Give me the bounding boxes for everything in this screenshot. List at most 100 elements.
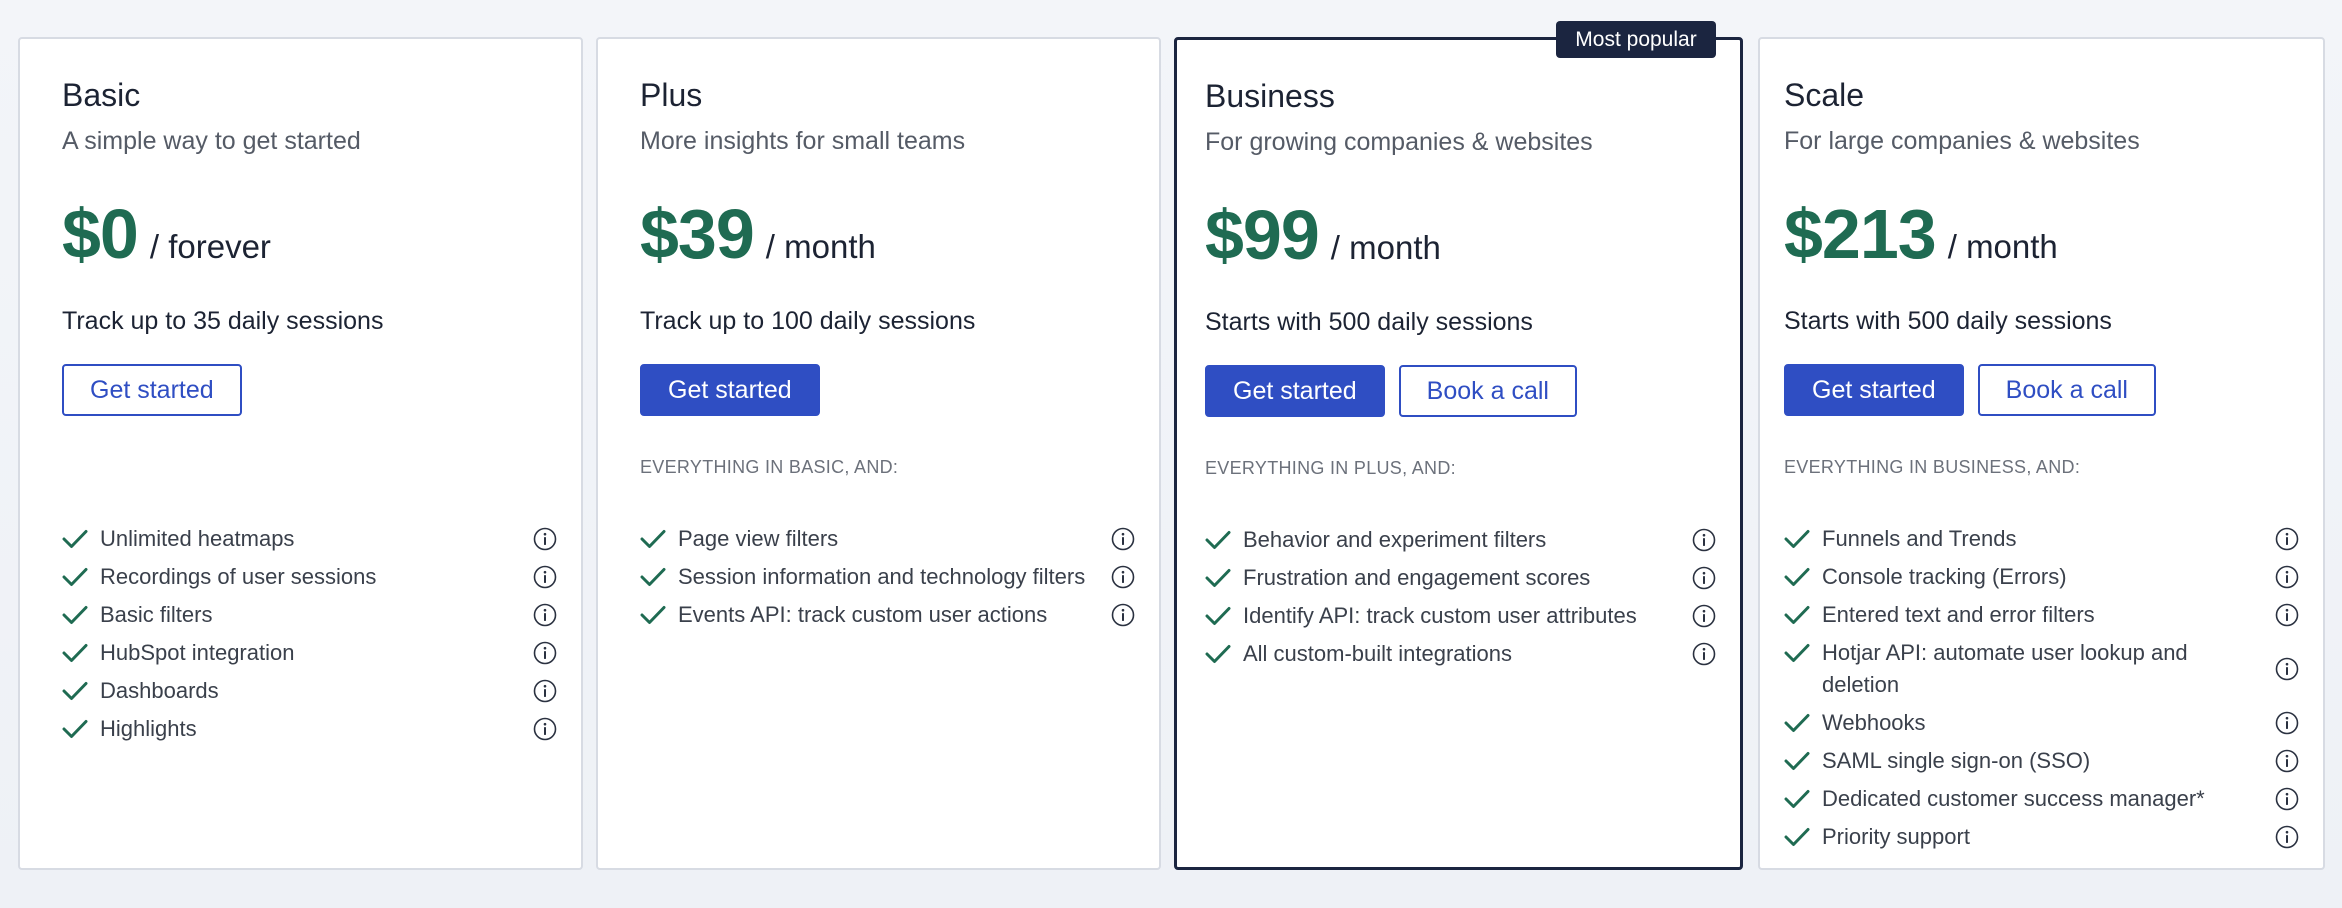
feature-label: Funnels and Trends bbox=[1822, 526, 2017, 551]
info-icon[interactable] bbox=[1692, 642, 1716, 666]
feature-label: Priority support bbox=[1822, 824, 1970, 849]
info-icon[interactable] bbox=[533, 565, 557, 589]
session-allowance: Track up to 100 daily sessions bbox=[640, 307, 976, 335]
get-started-button[interactable]: Get started bbox=[1205, 365, 1385, 417]
check-icon bbox=[1784, 825, 1810, 847]
feature-item: All custom-built integrations bbox=[1205, 638, 1716, 670]
info-icon[interactable] bbox=[1692, 528, 1716, 552]
info-icon[interactable] bbox=[2275, 749, 2299, 773]
button-row: Get started bbox=[62, 364, 242, 416]
pricing-plans: Most popular Basic A simple way to get s… bbox=[0, 0, 2342, 908]
info-icon[interactable] bbox=[1692, 604, 1716, 628]
feature-item: Events API: track custom user actions bbox=[640, 599, 1135, 631]
price-row: $0 / forever bbox=[62, 194, 271, 274]
plan-period: / month bbox=[765, 228, 876, 265]
info-icon[interactable] bbox=[533, 679, 557, 703]
info-icon[interactable] bbox=[1692, 566, 1716, 590]
feature-item: Unlimited heatmaps bbox=[62, 523, 557, 555]
feature-label: Behavior and experiment filters bbox=[1243, 527, 1547, 552]
check-icon bbox=[1784, 565, 1810, 587]
feature-item: Entered text and error filters bbox=[1784, 599, 2299, 631]
plan-period: / month bbox=[1330, 229, 1441, 266]
price-row: $213 / month bbox=[1784, 194, 2058, 274]
feature-label: Frustration and engagement scores bbox=[1243, 565, 1591, 590]
info-icon[interactable] bbox=[1111, 527, 1135, 551]
feature-list: Behavior and experiment filters Frustrati… bbox=[1205, 524, 1716, 676]
price-row: $99 / month bbox=[1205, 195, 1441, 275]
get-started-button[interactable]: Get started bbox=[62, 364, 242, 416]
info-icon[interactable] bbox=[533, 603, 557, 627]
feature-list: Funnels and Trends Console tracking (Erro… bbox=[1784, 523, 2299, 859]
check-icon bbox=[1205, 642, 1231, 664]
check-icon bbox=[640, 565, 666, 587]
check-icon bbox=[62, 603, 88, 625]
info-icon[interactable] bbox=[2275, 565, 2299, 589]
check-icon bbox=[1784, 641, 1810, 663]
info-icon[interactable] bbox=[533, 527, 557, 551]
feature-label: Unlimited heatmaps bbox=[100, 526, 295, 551]
feature-item: Webhooks bbox=[1784, 707, 2299, 739]
check-icon bbox=[640, 527, 666, 549]
session-allowance: Track up to 35 daily sessions bbox=[62, 307, 384, 335]
plan-name: Basic bbox=[62, 77, 141, 113]
section-label: EVERYTHING IN BASIC, AND: bbox=[640, 457, 899, 477]
get-started-button[interactable]: Get started bbox=[640, 364, 820, 416]
feature-item: Identify API: track custom user attribut… bbox=[1205, 600, 1716, 632]
info-icon[interactable] bbox=[2275, 787, 2299, 811]
feature-label: Session information and technology filte… bbox=[678, 564, 1086, 589]
info-icon[interactable] bbox=[2275, 603, 2299, 627]
feature-list: Page view filters Session information and… bbox=[640, 523, 1135, 637]
session-allowance: Starts with 500 daily sessions bbox=[1205, 308, 1533, 336]
button-row: Get started bbox=[640, 364, 820, 416]
plan-card-plus: Plus More insights for small teams $39 /… bbox=[596, 37, 1161, 870]
button-row: Get started Book a call bbox=[1205, 365, 1577, 417]
check-icon bbox=[62, 679, 88, 701]
feature-label: Highlights bbox=[100, 716, 197, 741]
check-icon bbox=[640, 603, 666, 625]
check-icon bbox=[1205, 604, 1231, 626]
feature-item: Dashboards bbox=[62, 675, 557, 707]
plan-card-content: Business For growing companies & website… bbox=[1205, 40, 1716, 867]
plan-price: $0 bbox=[62, 195, 139, 273]
feature-label: HubSpot integration bbox=[100, 640, 295, 665]
feature-label: Dashboards bbox=[100, 678, 219, 703]
get-started-button[interactable]: Get started bbox=[1784, 364, 1964, 416]
info-icon[interactable] bbox=[2275, 711, 2299, 735]
feature-item: Page view filters bbox=[640, 523, 1135, 555]
feature-item: Basic filters bbox=[62, 599, 557, 631]
feature-item: SAML single sign-on (SSO) bbox=[1784, 745, 2299, 777]
plan-price: $99 bbox=[1205, 196, 1320, 274]
plan-card-basic: Basic A simple way to get started $0 / f… bbox=[18, 37, 583, 870]
check-icon bbox=[1205, 528, 1231, 550]
info-icon[interactable] bbox=[1111, 603, 1135, 627]
book-a-call-button[interactable]: Book a call bbox=[1977, 364, 2156, 416]
info-icon[interactable] bbox=[2275, 527, 2299, 551]
info-icon[interactable] bbox=[533, 717, 557, 741]
plan-period: / month bbox=[1947, 228, 2058, 265]
plan-card-business: Business For growing companies & website… bbox=[1174, 37, 1743, 870]
plan-name: Business bbox=[1205, 78, 1335, 114]
feature-item: Dedicated customer success manager* bbox=[1784, 783, 2299, 815]
price-row: $39 / month bbox=[640, 194, 876, 274]
info-icon[interactable] bbox=[2275, 825, 2299, 849]
section-label: EVERYTHING IN BUSINESS, AND: bbox=[1784, 457, 2081, 477]
info-icon[interactable] bbox=[2275, 657, 2299, 681]
feature-label: Webhooks bbox=[1822, 710, 1926, 735]
plan-name: Scale bbox=[1784, 77, 1865, 113]
feature-item: Priority support bbox=[1784, 821, 2299, 853]
book-a-call-button[interactable]: Book a call bbox=[1398, 365, 1577, 417]
plan-price: $39 bbox=[640, 195, 755, 273]
plan-card-content: Plus More insights for small teams $39 /… bbox=[640, 39, 1135, 868]
check-icon bbox=[1784, 787, 1810, 809]
info-icon[interactable] bbox=[1111, 565, 1135, 589]
section-label: EVERYTHING IN PLUS, AND: bbox=[1205, 458, 1456, 478]
check-icon bbox=[1784, 749, 1810, 771]
feature-label: Entered text and error filters bbox=[1822, 602, 2095, 627]
feature-label: Page view filters bbox=[678, 526, 839, 551]
info-icon[interactable] bbox=[533, 641, 557, 665]
feature-item: Hotjar API: automate user lookup and del… bbox=[1784, 637, 2299, 701]
check-icon bbox=[1784, 711, 1810, 733]
most-popular-badge: Most popular bbox=[1556, 21, 1716, 58]
plan-card-content: Scale For large companies & websites $21… bbox=[1784, 39, 2299, 868]
plan-description: A simple way to get started bbox=[62, 127, 361, 155]
